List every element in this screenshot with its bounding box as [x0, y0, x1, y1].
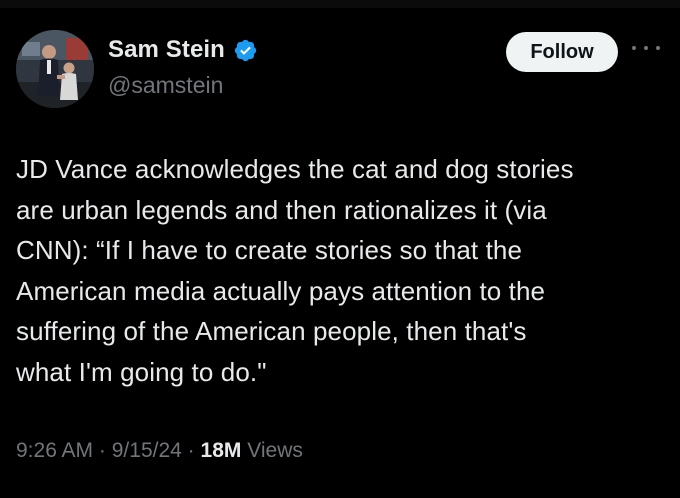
meta-separator: · — [98, 439, 106, 462]
more-dot — [644, 46, 648, 50]
author-name-row: Sam Stein — [108, 36, 258, 64]
tweet-text: JD Vance acknowledges the cat and dog st… — [16, 154, 574, 387]
tweet-time[interactable]: 9:26 AM — [16, 439, 93, 462]
avatar-photo — [16, 30, 94, 108]
tweet-meta: 9:26 AM · 9/15/24 · 18M Views — [16, 437, 303, 465]
more-dots-icon[interactable] — [632, 38, 660, 58]
follow-button[interactable]: Follow — [506, 32, 618, 72]
top-divider — [0, 0, 680, 8]
more-dot — [656, 46, 660, 50]
tweet-card: Sam Stein @samstein Follow JD Vance ackn… — [0, 0, 680, 498]
views-count: 18M — [200, 439, 242, 462]
views-label: Views — [247, 439, 303, 462]
tweet-date[interactable]: 9/15/24 — [112, 439, 182, 462]
verified-badge-icon — [233, 38, 258, 63]
author-display-name[interactable]: Sam Stein — [108, 36, 225, 64]
more-dot — [632, 46, 636, 50]
meta-separator: · — [187, 439, 195, 462]
author-handle[interactable]: @samstein — [108, 71, 223, 99]
avatar[interactable] — [16, 30, 94, 108]
